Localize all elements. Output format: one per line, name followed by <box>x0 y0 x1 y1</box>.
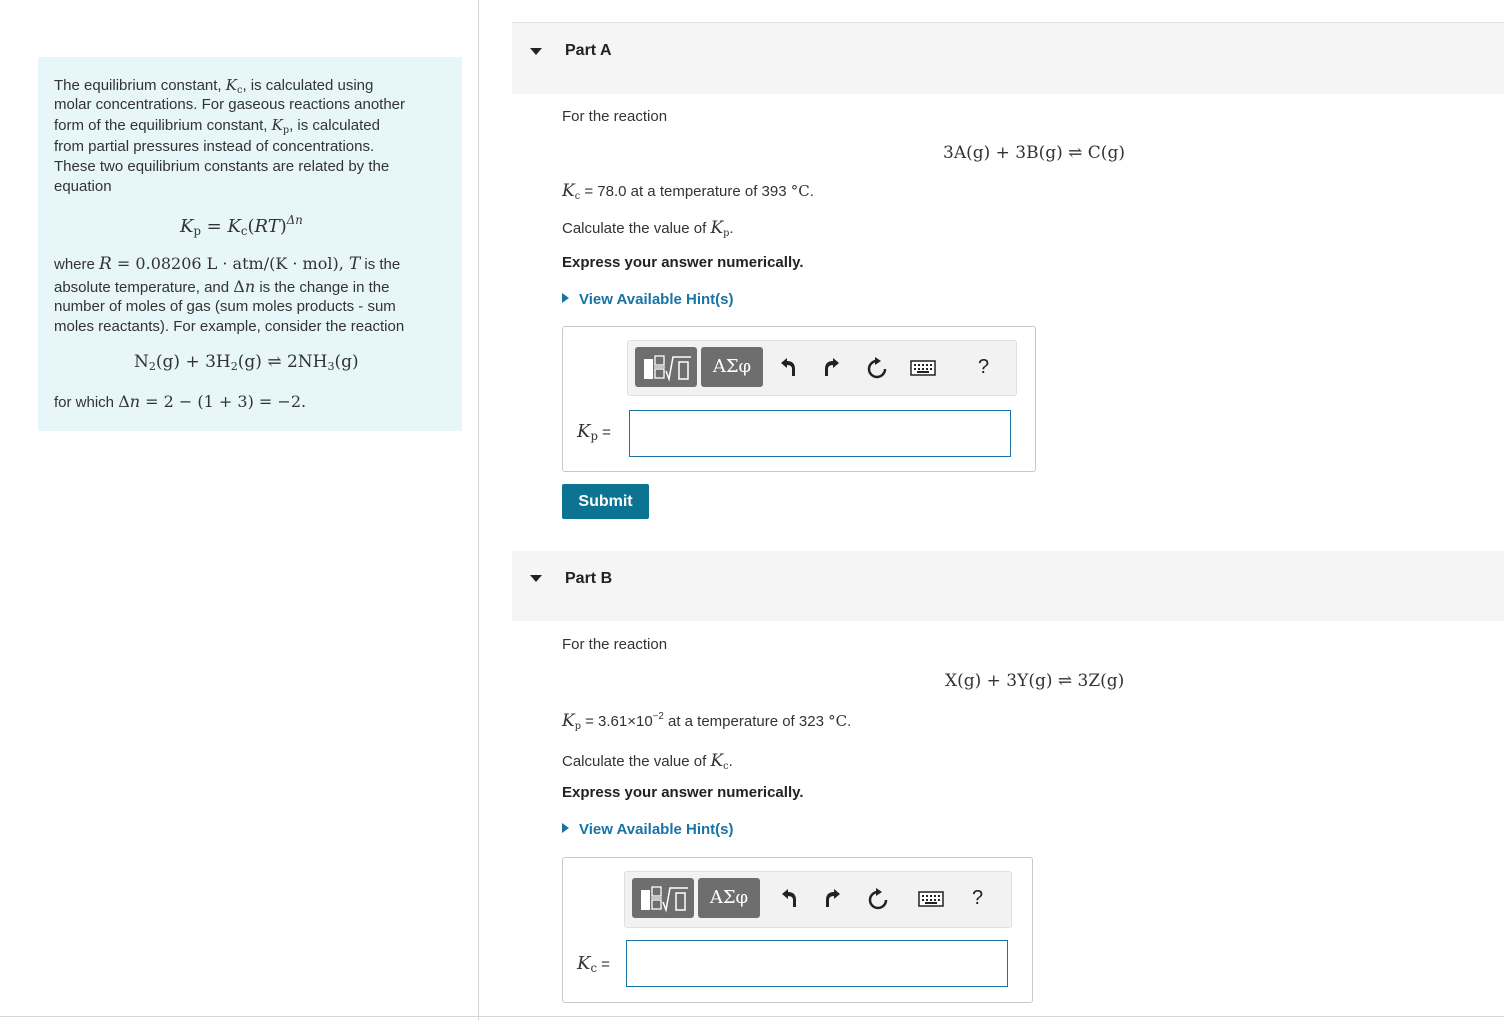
templates-icon <box>644 355 691 382</box>
greek-button[interactable]: ΑΣφ <box>701 347 763 387</box>
part-a-answer-box: ΑΣφ ? Kp = <box>562 326 1036 472</box>
intro-text-line: for which Δn = 2 − (1 + 3) = −2. <box>54 392 307 411</box>
part-a-view-hints-link[interactable]: View Available Hint(s) <box>562 291 734 308</box>
part-a-title: Part A <box>565 42 612 59</box>
part-b-math-toolbar: ΑΣφ ? <box>624 871 1012 928</box>
part-a-for-reaction: For the reaction <box>562 108 668 125</box>
triangle-down-icon[interactable] <box>530 575 542 582</box>
intro-text-line: from partial pressures instead of concen… <box>54 138 375 155</box>
part-b-kp-value: Kp = 3.61×10−2 at a temperature of 323 °… <box>562 711 852 732</box>
reset-icon[interactable] <box>866 356 888 386</box>
kp-answer-label: Kp = <box>577 421 611 443</box>
help-icon[interactable]: ? <box>972 887 983 910</box>
submit-button[interactable]: Submit <box>562 484 649 519</box>
intro-text-line: equation <box>54 178 112 195</box>
part-a-express: Express your answer numerically. <box>562 254 804 271</box>
part-a-calc-prompt: Calculate the value of Kp. <box>562 218 734 239</box>
intro-text-line: moles reactants). For example, consider … <box>54 318 405 335</box>
templates-icon <box>641 886 688 913</box>
kc-answer-input[interactable] <box>626 940 1008 987</box>
kc-answer-label: Kc = <box>577 953 610 975</box>
redo-icon[interactable] <box>823 887 843 915</box>
undo-icon[interactable] <box>779 887 799 915</box>
part-b-answer-box: ΑΣφ ? Kc = <box>562 857 1033 1003</box>
triangle-right-icon <box>562 293 569 303</box>
undo-icon[interactable] <box>778 356 798 384</box>
part-a-header[interactable]: Part A <box>512 23 1504 94</box>
part-a-kc-value: Kc = 78.0 at a temperature of 393 °C. <box>562 181 814 202</box>
triangle-down-icon[interactable] <box>530 48 542 55</box>
part-b-calc-prompt: Calculate the value of Kc. <box>562 751 733 772</box>
triangle-right-icon <box>562 823 569 833</box>
part-b-view-hints-link[interactable]: View Available Hint(s) <box>562 821 734 838</box>
part-a-reaction-equation: 3A(g) + 3B(g) ⇌ C(g) <box>943 143 1125 163</box>
templates-button[interactable] <box>632 878 694 918</box>
column-divider <box>478 0 479 1020</box>
templates-button[interactable] <box>635 347 697 387</box>
greek-button[interactable]: ΑΣφ <box>698 878 760 918</box>
kp-kc-relation-equation: Kp = Kc(RT)Δn <box>180 213 303 238</box>
part-b-header[interactable]: Part B <box>512 551 1504 621</box>
help-icon[interactable]: ? <box>978 356 989 379</box>
intro-text-line: number of moles of gas (sum moles produc… <box>54 298 396 315</box>
reset-icon[interactable] <box>867 887 889 917</box>
part-b-for-reaction: For the reaction <box>562 636 668 653</box>
example-reaction-equation: N2(g) + 3H2(g) ⇌ 2NH3(g) <box>134 352 359 373</box>
intro-text-line: These two equilibrium constants are rela… <box>54 158 390 175</box>
part-a-math-toolbar: ΑΣφ ? <box>627 340 1017 396</box>
bottom-border <box>0 1016 1504 1017</box>
part-b-title: Part B <box>565 570 613 587</box>
intro-text-line: absolute temperature, and Δn is the chan… <box>54 277 390 296</box>
keyboard-icon[interactable] <box>910 359 936 382</box>
keyboard-icon[interactable] <box>918 890 944 913</box>
intro-panel: The equilibrium constant, Kc, is calcula… <box>38 57 462 431</box>
part-b-reaction-equation: X(g) + 3Y(g) ⇌ 3Z(g) <box>945 671 1125 691</box>
intro-text-line: molar concentrations. For gaseous reacti… <box>54 96 406 113</box>
intro-text-line: where R = 0.08206 L · atm/(K · mol), T i… <box>54 254 401 274</box>
part-b-express: Express your answer numerically. <box>562 784 804 801</box>
kp-answer-input[interactable] <box>629 410 1011 457</box>
redo-icon[interactable] <box>822 356 842 384</box>
